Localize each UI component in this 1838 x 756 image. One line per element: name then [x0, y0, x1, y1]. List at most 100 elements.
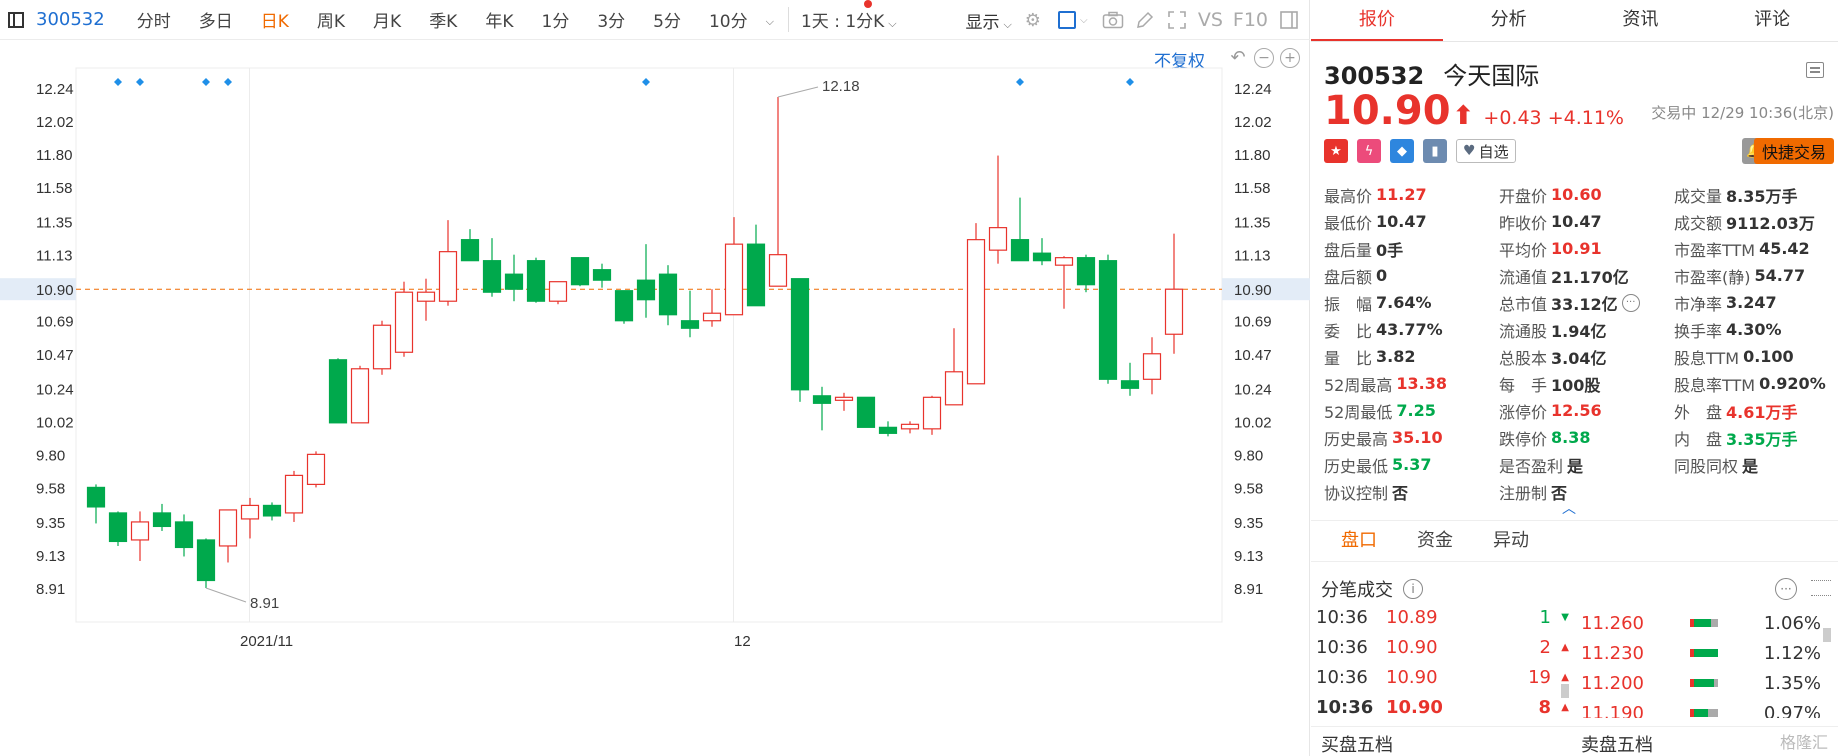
period-tab[interactable]: 季K — [415, 7, 471, 32]
tick-time: 10:36 — [1316, 636, 1368, 658]
stat-label: 是否盈利 — [1499, 456, 1564, 476]
list-icon[interactable] — [1806, 62, 1824, 78]
period-tab[interactable]: 多日 — [185, 7, 247, 32]
period-tab[interactable]: 1分 — [528, 7, 584, 32]
tick-volume: 8 — [1538, 696, 1551, 715]
menu-icon[interactable] — [1811, 580, 1831, 596]
candle-down — [152, 512, 172, 528]
y-tick-label-right: 9.35 — [1234, 515, 1263, 532]
stat-label: 量 比 — [1324, 348, 1373, 368]
stat-item: 盘后额 0 — [1324, 262, 1499, 289]
kline-chart[interactable]: 12.24 12.24 12.02 12.02 11.80 11.80 11.58 11.58… — [0, 40, 1310, 756]
stat-item: 内 盘 3.35万手 — [1674, 424, 1834, 451]
vs-compare-button[interactable]: VS — [1198, 9, 1223, 31]
bookmark-icon[interactable]: ▮ — [1423, 139, 1447, 163]
candle-down — [482, 260, 502, 293]
period-tab[interactable]: 10分 — [695, 7, 762, 32]
stat-item: 52周最高 13.38 — [1324, 370, 1499, 397]
stat-value: 45.42 — [1759, 239, 1810, 258]
candle-up — [768, 254, 788, 287]
stat-value: 4.61万手 — [1726, 402, 1798, 422]
level-scrollbar[interactable] — [1823, 628, 1831, 642]
fast-trade-button[interactable]: 快捷交易 — [1753, 138, 1834, 164]
tick-scrollbar[interactable] — [1561, 684, 1569, 698]
sub-tab[interactable]: 盘口 — [1321, 521, 1397, 561]
watermark: 格隆汇 — [1779, 733, 1828, 752]
period-10min-select[interactable]: ⌵ — [762, 10, 788, 30]
quote-tab[interactable]: 资讯 — [1575, 0, 1707, 41]
more-icon[interactable]: ··· — [1775, 578, 1797, 600]
candle-up — [350, 368, 370, 424]
period-tab[interactable]: 周K — [303, 7, 359, 32]
stock-code-label[interactable]: 300532 — [36, 9, 105, 30]
stat-value: 5.37 — [1392, 455, 1432, 474]
buy-levels-label: 买盘五档 — [1321, 735, 1393, 756]
f10-button[interactable]: F10 — [1233, 9, 1268, 31]
collapse-chevron-up-icon[interactable]: ︿ — [1562, 498, 1576, 518]
stat-item: 52周最低 7.25 — [1324, 397, 1499, 424]
flash-icon[interactable]: ϟ — [1357, 139, 1381, 163]
settings-gear-icon[interactable]: ⚙ — [1022, 9, 1044, 31]
period-tab[interactable]: 3分 — [583, 7, 639, 32]
camera-icon[interactable] — [1102, 9, 1124, 31]
event-marker — [1016, 78, 1024, 86]
add-watchlist-button[interactable]: ♥ 自选 — [1456, 139, 1516, 163]
event-marker — [202, 78, 210, 86]
quote-tab[interactable]: 评论 — [1706, 0, 1838, 41]
candle-up — [284, 474, 304, 514]
tick-volume: 2 — [1539, 636, 1551, 658]
candle-up — [1142, 353, 1162, 380]
stat-value: 3.82 — [1376, 347, 1416, 366]
candle-up — [240, 504, 260, 520]
sidebar-toggle-icon[interactable] — [1278, 9, 1300, 31]
display-menu[interactable]: 显示 ⌵ — [965, 8, 1011, 33]
sub-tab[interactable]: 异动 — [1473, 521, 1549, 561]
period-tab[interactable]: 月K — [359, 7, 415, 32]
stock-name: 今天国际 — [1443, 62, 1540, 90]
indicator-box-icon[interactable]: ⌵ — [1054, 9, 1092, 31]
stat-label: 股息TTM — [1674, 348, 1740, 368]
period-tab[interactable]: 日K — [247, 7, 303, 32]
y-tick-label-left: 9.80 — [36, 447, 65, 464]
quote-tab[interactable]: 分析 — [1443, 0, 1575, 41]
panel-toggle-icon[interactable] — [8, 11, 24, 28]
info-icon[interactable]: i — [1403, 579, 1423, 599]
y-tick-label-right: 9.58 — [1234, 480, 1263, 497]
candle-up — [900, 423, 920, 430]
stat-value: 12.56 — [1551, 401, 1602, 420]
candle-down — [856, 396, 876, 428]
stat-item: 注册制否 — [1499, 478, 1674, 505]
stat-label: 成交额 — [1674, 213, 1723, 233]
high-annotation-line — [777, 86, 819, 98]
stat-label: 52周最高 — [1324, 375, 1393, 395]
period-tab[interactable]: 5分 — [639, 7, 695, 32]
multi-day-select[interactable]: 1天 : 1分K ⌵ — [787, 7, 911, 32]
pencil-icon[interactable] — [1134, 9, 1156, 31]
period-tab[interactable]: 分时 — [123, 7, 185, 32]
stat-item: 历史最低 5.37 — [1324, 451, 1499, 478]
fullscreen-icon[interactable] — [1166, 9, 1188, 31]
y-tick-label-left: 11.80 — [36, 147, 72, 164]
tick-price: 10.89 — [1386, 606, 1438, 628]
period-tab[interactable]: 年K — [471, 7, 527, 32]
stat-item — [1674, 478, 1834, 505]
heart-icon: ♥ — [1463, 143, 1476, 159]
sub-tab[interactable]: 资金 — [1397, 521, 1473, 561]
multi-day-select-label: 1天 : 1分K — [800, 12, 885, 32]
tick-price: 10.90 — [1386, 666, 1438, 688]
more-icon[interactable]: ··· — [1621, 293, 1640, 312]
stat-label: 振 幅 — [1324, 294, 1373, 314]
stat-label: 涨停价 — [1499, 402, 1548, 422]
candle-down — [86, 486, 106, 508]
tag-icon[interactable]: ◆ — [1390, 139, 1414, 163]
stat-label: 市盈率TTM — [1674, 240, 1756, 260]
price-change-abs: +0.43 — [1483, 107, 1542, 129]
chevron-down-icon: ⌵ — [1003, 17, 1012, 31]
y-tick-label-left: 11.58 — [36, 180, 72, 197]
event-marker — [642, 78, 650, 86]
trade-status: 交易中 12/29 10:36(北京) — [1651, 104, 1834, 122]
quote-tab[interactable]: 报价 — [1311, 0, 1443, 41]
stat-value: 否 — [1392, 483, 1409, 503]
x-tick-label: 2021/11 — [240, 633, 293, 650]
china-flag-icon[interactable]: ★ — [1324, 139, 1348, 163]
